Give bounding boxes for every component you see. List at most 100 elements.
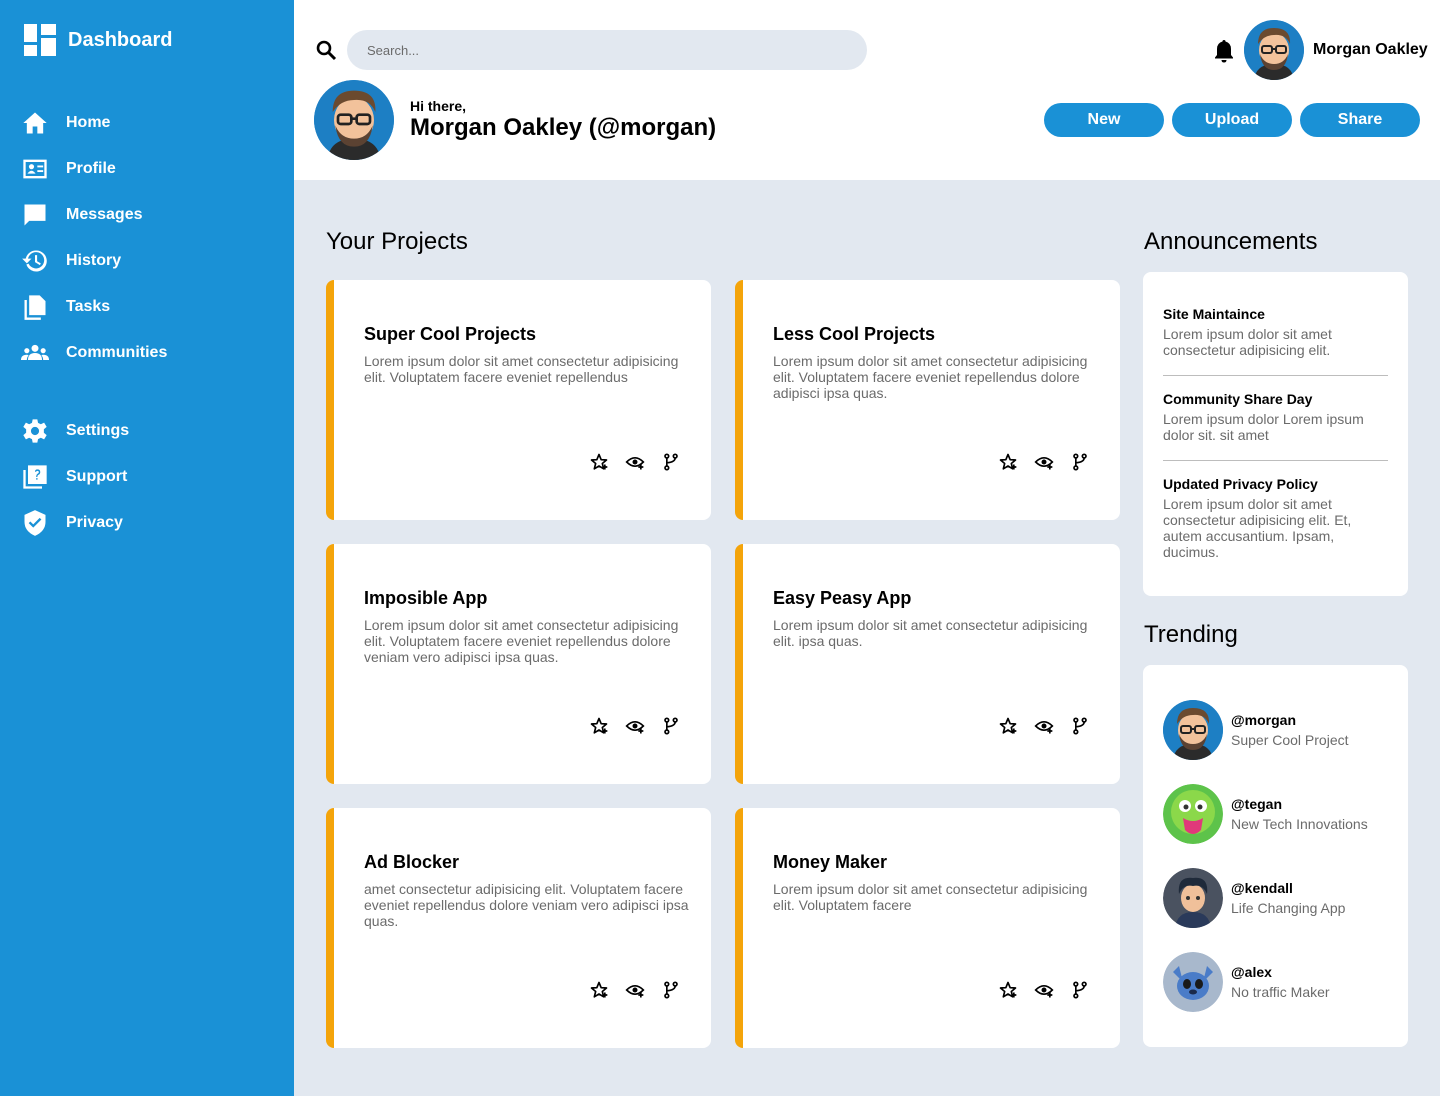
trending-project: Life Changing App (1231, 900, 1346, 916)
announcement-item[interactable]: Updated Privacy Policy Lorem ipsum dolor… (1163, 476, 1388, 560)
fork-icon[interactable] (1070, 452, 1090, 472)
sidebar-item-label: Home (66, 114, 111, 131)
divider (1163, 375, 1388, 376)
project-actions (998, 716, 1090, 736)
trending-handle: @alex (1231, 964, 1272, 980)
project-card[interactable]: Money Maker Lorem ipsum dolor sit amet co… (735, 808, 1120, 1048)
project-title: Ad Blocker (364, 852, 460, 872)
support-icon (20, 462, 50, 492)
greeting-text: Hi there, (410, 98, 467, 114)
star-add-icon[interactable] (998, 716, 1018, 736)
trending-panel: @morgan Super Cool Project @tegan New Te… (1143, 665, 1408, 1047)
announcement-text: Lorem ipsum dolor sit amet consectetur a… (1163, 326, 1332, 358)
fork-icon[interactable] (1070, 980, 1090, 1000)
share-button[interactable]: Share (1300, 103, 1420, 137)
project-actions (589, 452, 681, 472)
star-add-icon[interactable] (589, 980, 609, 1000)
search-icon[interactable] (314, 38, 338, 62)
history-icon (20, 246, 50, 276)
sidebar-item-history[interactable]: History (20, 238, 280, 284)
sidebar-item-messages[interactable]: Messages (20, 192, 280, 238)
project-card[interactable]: Ad Blocker amet consectetur adipisicing e… (326, 808, 711, 1048)
sidebar: Dashboard Home Profile Messages History (0, 0, 294, 1096)
sidebar-item-label: Settings (66, 422, 130, 439)
sidebar-item-support[interactable]: Support (20, 454, 280, 500)
fork-icon[interactable] (1070, 716, 1090, 736)
project-actions (589, 980, 681, 1000)
user-full-name: Morgan Oakley (@morgan) (410, 114, 717, 141)
gear-icon (20, 416, 50, 446)
brand[interactable]: Dashboard (24, 24, 172, 56)
project-title: Super Cool Projects (364, 324, 537, 344)
avatar (1163, 952, 1223, 1012)
avatar (1163, 868, 1223, 928)
project-description: Lorem ipsum dolor sit amet consectetur a… (364, 617, 679, 665)
star-add-icon[interactable] (998, 980, 1018, 1000)
project-card[interactable]: Super Cool Projects Lorem ipsum dolor sit… (326, 280, 711, 520)
trending-handle: @morgan (1231, 712, 1296, 728)
upload-button[interactable]: Upload (1172, 103, 1292, 137)
sidebar-item-label: Tasks (66, 298, 111, 315)
project-description: amet consectetur adipisicing elit. Volup… (364, 881, 689, 929)
watch-add-icon[interactable] (625, 452, 645, 472)
avatar[interactable] (1244, 20, 1304, 80)
trending-item[interactable]: @morgan Super Cool Project (1163, 700, 1349, 760)
trending-item[interactable]: @kendall Life Changing App (1163, 868, 1345, 928)
trending-item[interactable]: @tegan New Tech Innovations (1163, 784, 1368, 844)
project-card[interactable]: Imposible App Lorem ipsum dolor sit amet … (326, 544, 711, 784)
fork-icon[interactable] (661, 716, 681, 736)
sidebar-item-privacy[interactable]: Privacy (20, 500, 280, 546)
header-actions: New Upload Share (1044, 103, 1420, 137)
project-description: Lorem ipsum dolor sit amet consectetur a… (773, 881, 1088, 913)
sidebar-item-home[interactable]: Home (20, 100, 280, 146)
project-description: Lorem ipsum dolor sit amet consectetur a… (364, 353, 679, 385)
trending-project: No traffic Maker (1231, 984, 1330, 1000)
search-input[interactable] (347, 30, 867, 70)
watch-add-icon[interactable] (625, 716, 645, 736)
announcement-title: Community Share Day (1163, 391, 1313, 407)
announcement-title: Updated Privacy Policy (1163, 476, 1318, 492)
project-actions (998, 980, 1090, 1000)
greeting-avatar (314, 80, 394, 160)
project-title: Less Cool Projects (773, 324, 936, 344)
trending-item[interactable]: @alex No traffic Maker (1163, 952, 1330, 1012)
avatar (1163, 700, 1223, 760)
sidebar-item-label: Support (66, 468, 128, 485)
announcement-item[interactable]: Community Share Day Lorem ipsum dolor Lo… (1163, 391, 1388, 443)
sidebar-item-label: History (66, 252, 122, 269)
sidebar-item-settings[interactable]: Settings (20, 408, 280, 454)
announcement-item[interactable]: Site Maintaince Lorem ipsum dolor sit am… (1163, 306, 1388, 358)
header-username[interactable]: Morgan Oakley (1313, 41, 1428, 59)
brand-title: Dashboard (68, 28, 173, 51)
star-add-icon[interactable] (589, 452, 609, 472)
new-button[interactable]: New (1044, 103, 1164, 137)
tasks-icon (20, 292, 50, 322)
header: Morgan Oakley Hi there, Morgan Oakley (@… (294, 0, 1440, 180)
project-card[interactable]: Less Cool Projects Lorem ipsum dolor sit … (735, 280, 1120, 520)
divider (1163, 460, 1388, 461)
primary-nav: Home Profile Messages History Tasks Comm… (20, 100, 280, 376)
fork-icon[interactable] (661, 980, 681, 1000)
star-add-icon[interactable] (998, 452, 1018, 472)
watch-add-icon[interactable] (1034, 716, 1054, 736)
project-title: Imposible App (364, 588, 488, 608)
project-title: Easy Peasy App (773, 588, 912, 608)
communities-icon (20, 338, 50, 368)
sidebar-item-label: Messages (66, 206, 143, 223)
watch-add-icon[interactable] (1034, 980, 1054, 1000)
fork-icon[interactable] (661, 452, 681, 472)
sidebar-item-tasks[interactable]: Tasks (20, 284, 280, 330)
watch-add-icon[interactable] (1034, 452, 1054, 472)
bell-icon[interactable] (1212, 38, 1236, 64)
sidebar-item-communities[interactable]: Communities (20, 330, 280, 376)
dashboard-logo-icon (24, 24, 56, 56)
announcement-text: Lorem ipsum dolor sit amet consectetur a… (1163, 496, 1352, 560)
star-add-icon[interactable] (589, 716, 609, 736)
watch-add-icon[interactable] (625, 980, 645, 1000)
sidebar-item-profile[interactable]: Profile (20, 146, 280, 192)
project-title: Money Maker (773, 852, 888, 872)
avatar (1163, 784, 1223, 844)
project-description: Lorem ipsum dolor sit amet consectetur a… (773, 353, 1088, 401)
project-card[interactable]: Easy Peasy App Lorem ipsum dolor sit amet… (735, 544, 1120, 784)
trending-handle: @tegan (1231, 796, 1282, 812)
